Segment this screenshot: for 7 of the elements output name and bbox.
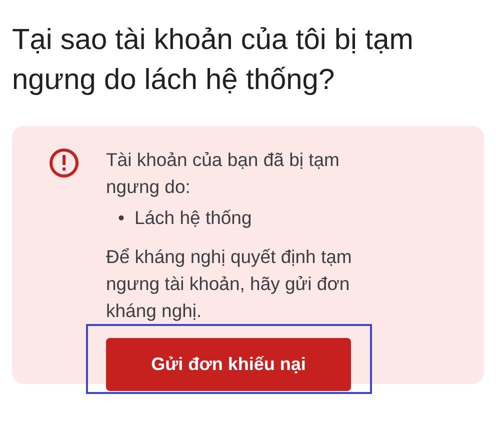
page-heading: Tại sao tài khoản của tôi bị tạm ngưng do lách hệ thống? [12, 23, 414, 98]
suspension-text: Tài khoản của bạn đã bị tạm ngưng do: [106, 148, 340, 199]
appeal-text: Để kháng nghị quyết định tạm ngưng tài khoản, hãy gửi đơn kháng nghị. [106, 245, 353, 323]
alert-icon [48, 147, 80, 179]
bullet-mark: • [118, 206, 124, 230]
reason-item: Lách hệ thống [134, 206, 252, 230]
appeal-button[interactable]: Gửi đơn khiếu nại [106, 338, 351, 391]
